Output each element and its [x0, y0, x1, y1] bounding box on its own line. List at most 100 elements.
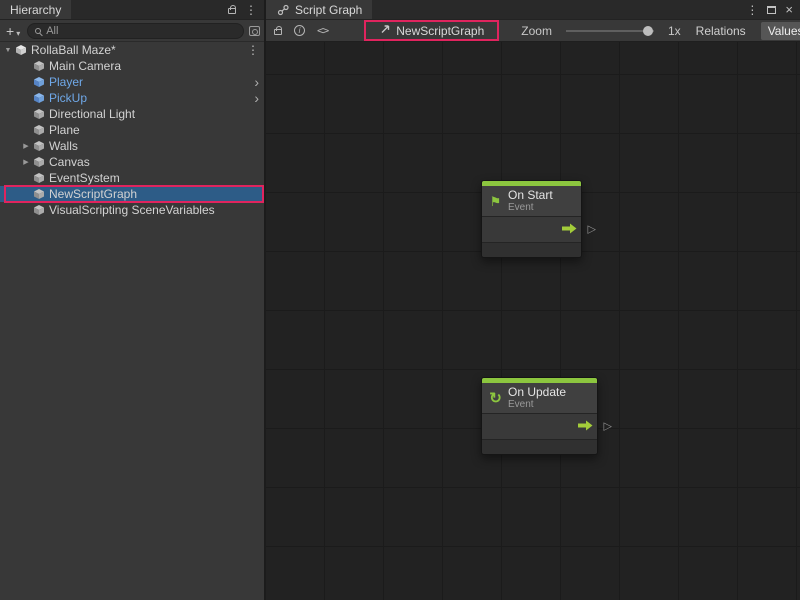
- expand-caret-icon[interactable]: ▼: [2, 47, 14, 54]
- prefab-open-arrow[interactable]: ›: [254, 75, 259, 89]
- script-graph-icon: [276, 4, 290, 16]
- item-label: Main Camera: [49, 59, 121, 73]
- flow-arrow-icon[interactable]: [562, 223, 577, 237]
- hierarchy-item-scenevariables[interactable]: VisualScripting SceneVariables: [0, 202, 264, 218]
- values-button[interactable]: Values: [761, 22, 800, 40]
- output-port-icon[interactable]: ▷: [588, 224, 596, 235]
- hierarchy-tree: ▼ RollaBall Maze* ⋮ Main Camera Player ›: [0, 42, 264, 600]
- item-label: VisualScripting SceneVariables: [49, 203, 215, 217]
- gameobject-cube-icon: [32, 60, 46, 72]
- hierarchy-tab-bar: Hierarchy ⋮: [0, 0, 264, 20]
- node-footer: [482, 440, 597, 454]
- node-port-row: ▷: [482, 217, 581, 243]
- node-header: ↻ On Update Event: [482, 383, 597, 414]
- graph-name-box[interactable]: NewScriptGraph: [364, 20, 499, 41]
- tab-script-graph[interactable]: Script Graph: [266, 0, 372, 19]
- expand-caret-icon[interactable]: ▶: [20, 142, 32, 150]
- search-value: All: [46, 25, 58, 37]
- node-title: On Update: [508, 386, 566, 399]
- hierarchy-item-directional-light[interactable]: Directional Light: [0, 106, 264, 122]
- node-subtitle: Event: [508, 202, 553, 213]
- graph-asset-icon: [379, 23, 391, 38]
- scene-icon: [14, 44, 28, 56]
- prefab-cube-icon: [32, 76, 46, 88]
- node-footer: [482, 243, 581, 257]
- flow-arrow-icon[interactable]: [578, 420, 593, 434]
- add-object-button[interactable]: + ▾: [4, 24, 22, 38]
- item-label: Canvas: [49, 155, 90, 169]
- output-port-icon[interactable]: ▷: [604, 421, 612, 432]
- tab-spacer: [71, 0, 221, 19]
- node-titles: On Start Event: [508, 189, 553, 213]
- dropdown-caret-icon: ▾: [16, 29, 20, 38]
- scene-name: RollaBall Maze*: [31, 43, 116, 57]
- hierarchy-item-pickup[interactable]: PickUp ›: [0, 90, 264, 106]
- node-port-row: ▷: [482, 414, 597, 440]
- item-label: PickUp: [49, 91, 87, 105]
- hierarchy-toolbar: + ▾ All: [0, 20, 264, 42]
- plus-icon: +: [6, 24, 14, 38]
- search-preset-icon[interactable]: [249, 26, 260, 36]
- node-titles: On Update Event: [508, 386, 566, 410]
- script-graph-panel: Script Graph ⋮ × i <> NewScriptGraph Zoo…: [266, 0, 800, 600]
- graph-canvas[interactable]: ⚑ On Start Event ▷ ↻ On Update Even: [266, 42, 800, 600]
- graph-tab-label: Script Graph: [295, 3, 362, 17]
- scene-options-icon[interactable]: ⋮: [247, 44, 259, 56]
- item-label: Player: [49, 75, 83, 89]
- gameobject-cube-icon: [32, 140, 46, 152]
- zoom-value: 1x: [668, 24, 681, 38]
- item-label: Walls: [49, 139, 78, 153]
- hierarchy-item-canvas[interactable]: ▶ Canvas: [0, 154, 264, 170]
- close-icon[interactable]: ×: [785, 3, 793, 16]
- gameobject-cube-icon: [32, 124, 46, 136]
- zoom-slider-thumb[interactable]: [643, 26, 653, 36]
- graph-name-label: NewScriptGraph: [396, 24, 484, 38]
- prefab-cube-icon: [32, 92, 46, 104]
- hierarchy-panel: Hierarchy ⋮ + ▾ All ▼ RollaBall Maze* ⋮: [0, 0, 266, 600]
- item-label: Plane: [49, 123, 80, 137]
- hierarchy-item-eventsystem[interactable]: EventSystem: [0, 170, 264, 186]
- item-label: NewScriptGraph: [49, 187, 137, 201]
- kebab-menu-icon[interactable]: ⋮: [245, 4, 257, 16]
- flag-icon: ⚑: [488, 195, 503, 208]
- info-icon[interactable]: i: [294, 25, 305, 36]
- maximize-icon[interactable]: [767, 6, 776, 14]
- node-title: On Start: [508, 189, 553, 202]
- expand-caret-icon[interactable]: ▶: [20, 158, 32, 166]
- node-subtitle: Event: [508, 399, 566, 410]
- scene-row[interactable]: ▼ RollaBall Maze* ⋮: [0, 42, 264, 58]
- update-loop-icon: ↻: [488, 391, 503, 406]
- node-on-start[interactable]: ⚑ On Start Event ▷: [481, 180, 582, 258]
- window-controls: ⋮ ×: [739, 0, 800, 19]
- hierarchy-item-plane[interactable]: Plane: [0, 122, 264, 138]
- item-label: Directional Light: [49, 107, 135, 121]
- zoom-label: Zoom: [521, 24, 552, 38]
- hierarchy-item-walls[interactable]: ▶ Walls: [0, 138, 264, 154]
- hierarchy-item-newscriptgraph[interactable]: NewScriptGraph: [0, 186, 264, 202]
- gameobject-cube-icon: [32, 188, 46, 200]
- hierarchy-search-input[interactable]: All: [27, 23, 244, 39]
- kebab-menu-icon[interactable]: ⋮: [746, 4, 758, 16]
- lock-icon[interactable]: [228, 8, 236, 14]
- tab-hierarchy[interactable]: Hierarchy: [0, 0, 71, 19]
- gameobject-cube-icon: [32, 156, 46, 168]
- hierarchy-item-player[interactable]: Player ›: [0, 74, 264, 90]
- search-icon: [35, 28, 41, 34]
- code-view-icon[interactable]: <>: [317, 24, 328, 37]
- hierarchy-item-main-camera[interactable]: Main Camera: [0, 58, 264, 74]
- hierarchy-tab-controls: ⋮: [221, 0, 264, 19]
- gameobject-cube-icon: [32, 204, 46, 216]
- gameobject-cube-icon: [32, 172, 46, 184]
- node-header: ⚑ On Start Event: [482, 186, 581, 217]
- tab-spacer: [372, 0, 739, 19]
- prefab-open-arrow[interactable]: ›: [254, 91, 259, 105]
- node-on-update[interactable]: ↻ On Update Event ▷: [481, 377, 598, 455]
- lock-icon[interactable]: [274, 29, 282, 35]
- relations-button[interactable]: Relations: [689, 22, 753, 40]
- graph-tab-bar: Script Graph ⋮ ×: [266, 0, 800, 20]
- item-label: EventSystem: [49, 171, 120, 185]
- hierarchy-tab-label: Hierarchy: [10, 3, 61, 17]
- gameobject-cube-icon: [32, 108, 46, 120]
- graph-toolbar: i <> NewScriptGraph Zoom 1x Relations Va…: [266, 20, 800, 42]
- zoom-slider[interactable]: [566, 30, 654, 32]
